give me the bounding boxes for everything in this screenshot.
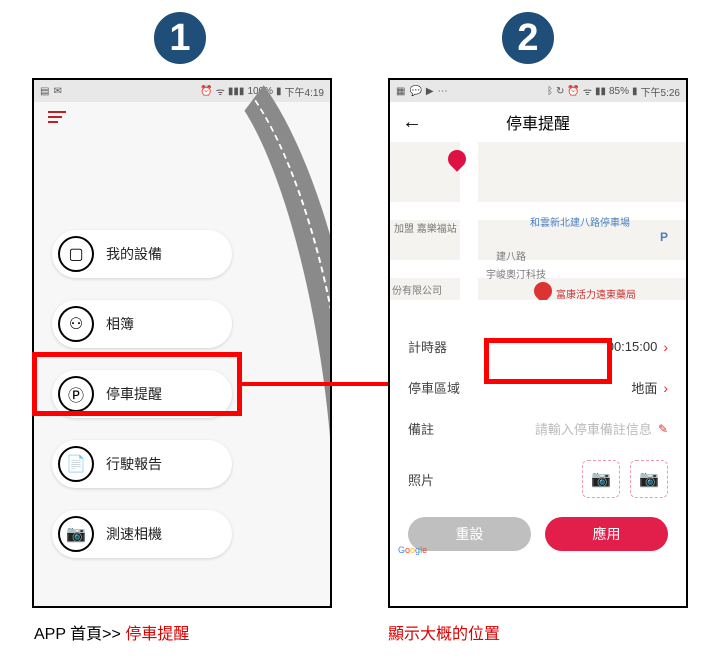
step-badge-2: 2 xyxy=(498,8,558,68)
menu-icon[interactable] xyxy=(48,111,66,123)
back-icon[interactable]: ← xyxy=(402,111,422,134)
menu-label: 相簿 xyxy=(106,314,134,334)
pencil-icon: ✎ xyxy=(658,422,668,436)
menu-label: 測速相機 xyxy=(106,524,162,544)
battery-text: 85% xyxy=(609,86,629,97)
person-icon: ⚇ xyxy=(58,306,94,342)
app-icon: ▦ xyxy=(396,86,405,97)
caption-left: APP 首頁>> 停車提醒 xyxy=(34,620,189,644)
mail-icon: ✉ xyxy=(53,86,61,97)
caption-text: APP 首頁>> xyxy=(34,626,125,643)
row-photo: 照片 📷 📷 xyxy=(390,449,686,509)
photo-slot[interactable]: 📷 xyxy=(582,460,620,498)
map-poi: 富康活力遠東藥局 xyxy=(556,286,636,301)
menu-item-album[interactable]: ⚇ 相簿 xyxy=(52,300,232,348)
sync-icon: ↻ xyxy=(556,86,564,97)
map-poi: 宇峻奧汀科技 xyxy=(486,266,546,281)
map-poi: 和雲新北建八路停車場 xyxy=(530,214,630,229)
menu-item-speed-camera[interactable]: 📷 測速相機 xyxy=(52,510,232,558)
video-icon: ▶ xyxy=(426,86,434,97)
clock-text: 下午5:26 xyxy=(641,84,680,99)
camera-icon: 📷 xyxy=(591,469,611,489)
row-label: 停車區域 xyxy=(408,378,460,397)
phone-screenshot-1: ▤ ✉ ⏰ ᯤ ▮▮▮ 100% ▮ 下午4:19 ▢ 我的設備 ⚇ 相簿 Ⓟ … xyxy=(32,78,332,608)
google-logo: Google xyxy=(398,545,427,555)
bluetooth-icon: ᛒ xyxy=(547,86,553,97)
map-poi: 份有限公司 xyxy=(392,282,442,297)
signal-icon: ▮▮ xyxy=(595,86,606,97)
sim-icon: ▤ xyxy=(40,86,49,97)
camera-icon: 📷 xyxy=(639,469,659,489)
highlight-box-menu xyxy=(32,352,242,416)
alarm-icon: ⏰ xyxy=(567,86,579,97)
row-note[interactable]: 備註 請輸入停車備註信息 ✎ xyxy=(390,408,686,449)
menu-item-my-device[interactable]: ▢ 我的設備 xyxy=(52,230,232,278)
menu-label: 我的設備 xyxy=(106,244,162,264)
chevron-right-icon: › xyxy=(663,380,668,396)
area-value: 地面 xyxy=(631,378,657,397)
more-icon: ⋯ xyxy=(438,86,448,97)
device-icon: ▢ xyxy=(58,236,94,272)
camera-icon: 📷 xyxy=(58,516,94,552)
row-label: 照片 xyxy=(408,470,434,489)
parking-p-icon: P xyxy=(660,230,668,244)
report-icon: 📄 xyxy=(58,446,94,482)
map-road-label: 建八路 xyxy=(496,248,526,263)
caption-right: 顯示大概的位置 xyxy=(388,620,500,644)
battery-icon: ▮ xyxy=(276,86,282,97)
apply-button[interactable]: 應用 xyxy=(545,517,668,551)
page-title: 停車提醒 xyxy=(506,110,570,134)
highlight-box-location xyxy=(484,338,612,384)
chevron-right-icon: › xyxy=(663,339,668,355)
menu-item-driving-report[interactable]: 📄 行駛報告 xyxy=(52,440,232,488)
battery-icon: ▮ xyxy=(632,86,638,97)
step-badge-1: 1 xyxy=(150,8,210,68)
page-header: ← 停車提醒 xyxy=(390,102,686,142)
clock-text: 下午4:19 xyxy=(285,84,324,99)
menu-label: 行駛報告 xyxy=(106,454,162,474)
button-row: 重設 應用 xyxy=(390,509,686,559)
wifi-icon: ᯤ xyxy=(583,84,592,98)
chat-icon: 💬 xyxy=(409,86,421,97)
row-label: 備註 xyxy=(408,419,434,438)
caption-highlight: 停車提醒 xyxy=(125,626,189,643)
timer-value: 00:15:00 xyxy=(607,339,658,354)
row-label: 計時器 xyxy=(408,337,447,356)
note-placeholder: 請輸入停車備註信息 xyxy=(535,419,652,438)
map-poi: 加盟 嘉樂福站 xyxy=(394,220,457,235)
photo-slot[interactable]: 📷 xyxy=(630,460,668,498)
status-bar: ▦ 💬 ▶ ⋯ ᛒ ↻ ⏰ ᯤ ▮▮ 85% ▮ 下午5:26 xyxy=(390,80,686,102)
